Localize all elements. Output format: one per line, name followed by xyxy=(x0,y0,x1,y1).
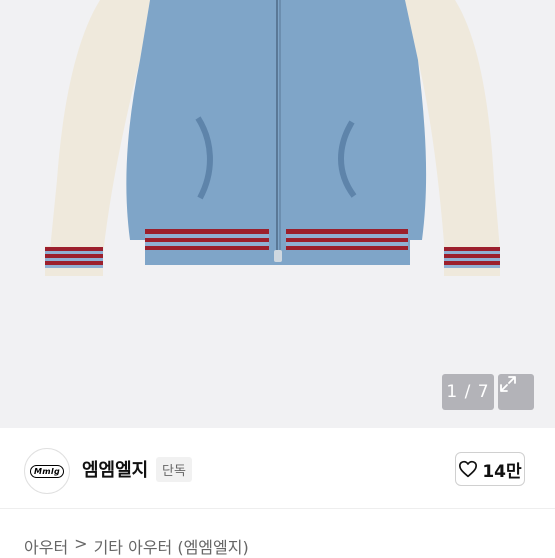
breadcrumb: 아우터 > 기타 아우터 (엠엠엘지) xyxy=(24,534,249,558)
heart-outline-icon xyxy=(459,460,478,478)
seller-avatar[interactable]: Mmlg xyxy=(24,448,70,494)
seller-section: Mmlg 엠엠엘지 단독 14만 xyxy=(0,428,555,508)
exclusive-badge: 단독 xyxy=(156,457,192,482)
expand-icon xyxy=(500,376,516,392)
breadcrumb-category[interactable]: 아우터 xyxy=(24,534,68,558)
image-counter: 1 / 7 xyxy=(442,374,494,410)
product-image[interactable]: 1 / 7 xyxy=(0,0,555,428)
breadcrumb-separator: > xyxy=(74,534,88,553)
like-button[interactable]: 14만 xyxy=(455,452,525,486)
expand-button[interactable] xyxy=(498,374,534,410)
breadcrumb-subcategory[interactable]: 기타 아우터 (엠엠엘지) xyxy=(94,534,249,558)
like-count: 14만 xyxy=(482,461,522,482)
seller-name[interactable]: 엠엠엘지 xyxy=(82,456,148,482)
divider xyxy=(0,508,555,509)
seller-logo: Mmlg xyxy=(30,464,64,478)
jacket-illustration xyxy=(45,0,500,276)
